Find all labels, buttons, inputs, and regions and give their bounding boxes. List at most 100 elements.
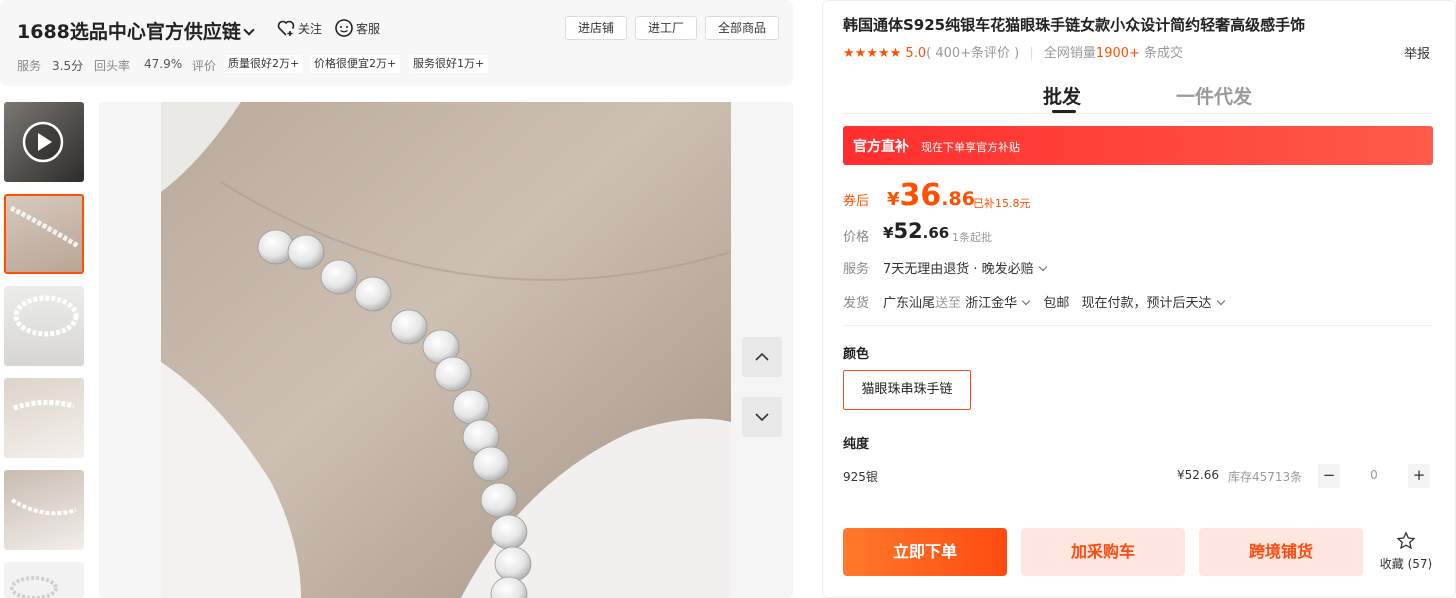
chevron-down-icon[interactable] [243, 24, 255, 36]
sales-value: 1900+ [1095, 46, 1140, 61]
stock-text: 库存45713条 [1228, 470, 1303, 484]
star-icon: ★ [889, 46, 902, 61]
unit-price-dec: .66 [922, 224, 950, 242]
divider [843, 113, 1433, 114]
quantity-plus-button[interactable]: + [1408, 464, 1430, 488]
shipping-label: 发货 [843, 296, 870, 311]
star-outline-icon [1396, 531, 1416, 550]
coupon-price-dec: .86 [941, 188, 975, 210]
ship-to-word: 送至 [935, 296, 962, 311]
purity-label: 纯度 [843, 437, 870, 452]
shipping-info: 广东汕尾送至 浙江金华 包邮 现在付款，预计后天达 [883, 292, 1225, 311]
sales-prefix: 全网销量 [1043, 46, 1096, 61]
ship-to: 浙江金华 [965, 296, 1018, 311]
unit-price-int: 52 [893, 219, 923, 243]
divider [843, 325, 1433, 326]
moq-text: 1条起批 [952, 231, 992, 244]
promo-banner: 官方直补 现在下单享官方补贴 [843, 126, 1433, 165]
service-label: 服务 [843, 262, 870, 277]
main-product-image[interactable] [161, 102, 731, 598]
ship-from: 广东汕尾 [883, 296, 936, 311]
stat-service-label: 服务 [17, 59, 42, 73]
unit-price: ¥52.66 [883, 219, 949, 243]
color-label: 颜色 [843, 347, 870, 362]
star-icon: ★ [877, 46, 890, 61]
heart-plus-icon [277, 20, 295, 36]
shop-name[interactable]: 1688选品中心官方供应链 [17, 17, 255, 44]
bracelet-thumb-icon [10, 576, 58, 598]
favorite-button[interactable]: 收藏 (57) [1376, 531, 1436, 572]
star-icon: ★ [866, 46, 878, 61]
chat-face-icon [335, 19, 353, 37]
star-icon: ★ [843, 46, 855, 61]
scroll-down-button[interactable] [742, 397, 782, 437]
thumbnail-image[interactable] [4, 470, 84, 550]
service-items: 7天无理由退货 · 晚发必赔 [883, 262, 1034, 277]
thumbnail-video[interactable] [4, 102, 84, 182]
report-link[interactable]: 举报 [1404, 43, 1430, 62]
tab-wholesale[interactable]: 批发 [1043, 82, 1081, 109]
bracelet-thumb-icon [13, 295, 79, 337]
coupon-price-label: 券后 [843, 194, 870, 209]
bracelet-thumb-icon [13, 400, 75, 411]
tab-dropship[interactable]: 一件代发 [1176, 82, 1252, 109]
eval-tag: 质量很好2万+ [224, 55, 304, 73]
chevron-up-icon [755, 352, 769, 361]
all-products-button[interactable]: 全部商品 [705, 16, 779, 40]
currency-symbol: ¥ [883, 224, 894, 242]
bracelet-thumb-icon [9, 205, 80, 249]
purity-price: ¥52.66 [1177, 468, 1219, 482]
rating-row: ★★★★★ 5.0( 400+条评价 ) | 全网销量1900+ 条成交 [843, 42, 1183, 61]
eta-dropdown[interactable]: 现在付款，预计后天达 [1081, 296, 1225, 311]
review-count[interactable]: ( 400+条评价 ) [926, 46, 1019, 61]
stat-eval-label: 评价 [192, 59, 217, 73]
add-to-cart-button[interactable]: 加采购车 [1021, 528, 1185, 576]
service-dropdown[interactable]: 7天无理由退货 · 晚发必赔 [883, 258, 1047, 277]
color-option-selected[interactable]: 猫眼珠串珠手链 [843, 370, 971, 410]
price-label: 价格 [843, 230, 870, 245]
bracelet-photo [161, 102, 731, 598]
scroll-up-button[interactable] [742, 337, 782, 377]
buy-now-button[interactable]: 立即下单 [843, 528, 1007, 576]
eval-tag: 价格很便宜2万+ [310, 55, 401, 73]
quantity-minus-button[interactable]: − [1318, 464, 1340, 488]
chevron-down-icon [755, 413, 769, 422]
chevron-down-icon [1038, 262, 1047, 272]
sales-suffix: 条成交 [1139, 46, 1184, 61]
service-label: 客服 [356, 21, 381, 36]
coupon-price-int: 36 [899, 178, 942, 213]
quantity-input[interactable]: 0 [1364, 468, 1384, 482]
enter-factory-button[interactable]: 进工厂 [635, 16, 697, 40]
promo-title: 官方直补 [853, 139, 909, 155]
customer-service-button[interactable]: 客服 [334, 18, 380, 38]
eval-tag: 服务很好1万+ [409, 55, 489, 73]
follow-label: 关注 [298, 21, 323, 36]
bracelet-thumb-icon [10, 498, 77, 516]
favorite-label: 收藏 (57) [1379, 557, 1433, 571]
ship-to-dropdown[interactable]: 浙江金华 [965, 296, 1031, 311]
free-shipping: 包邮 [1043, 296, 1070, 311]
cross-border-button[interactable]: 跨境铺货 [1199, 528, 1363, 576]
stat-return-label: 回头率 [94, 59, 131, 73]
divider: | [1029, 46, 1034, 61]
star-icon: ★ [854, 46, 867, 61]
shop-name-text[interactable]: 1688选品中心官方供应链 [17, 21, 241, 43]
subsidy-text: 已补15.8元 [973, 197, 1031, 210]
purity-option: 925银 [843, 470, 878, 484]
coupon-price: ¥36.86 [887, 178, 975, 213]
stat-service-value: 3.5分 [52, 59, 84, 73]
play-icon [22, 121, 64, 163]
follow-button[interactable]: 关注 [276, 18, 322, 38]
currency-symbol: ¥ [887, 189, 900, 210]
thumbnail-image[interactable] [4, 378, 84, 458]
thumbnail-image[interactable] [4, 194, 84, 274]
enter-shop-button[interactable]: 进店铺 [565, 16, 627, 40]
eta-text: 现在付款，预计后天达 [1081, 296, 1212, 311]
thumbnail-image[interactable] [4, 562, 84, 598]
promo-text: 现在下单享官方补贴 [921, 141, 1020, 154]
stat-return-value: 47.9% [144, 57, 183, 71]
rating-value: 5.0 [905, 46, 927, 61]
product-title: 韩国通体S925纯银车花猫眼珠手链女款小众设计简约轻奢高级感手饰 [843, 16, 1306, 34]
chevron-down-icon [1216, 296, 1225, 306]
thumbnail-image[interactable] [4, 286, 84, 366]
